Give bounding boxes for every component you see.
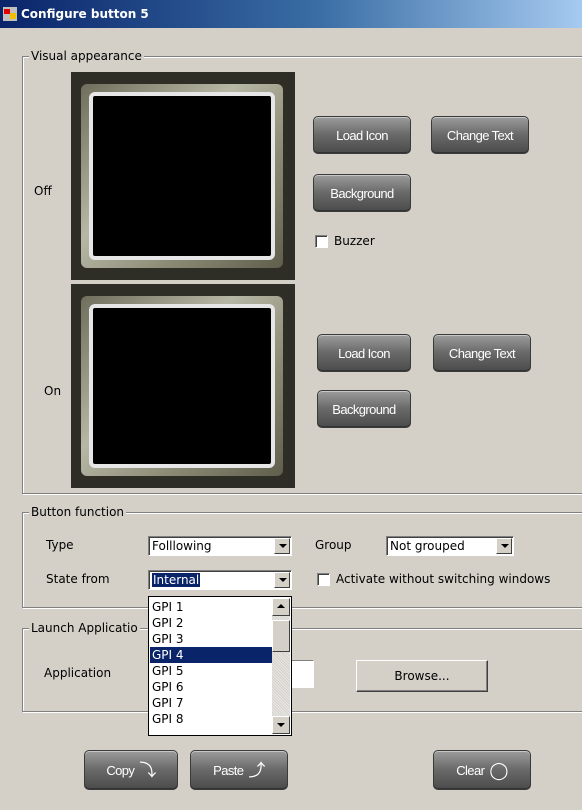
off-change-text-button[interactable]: Change Text [431,116,529,154]
clear-button[interactable]: Clear ◯ [433,750,531,790]
state-from-select[interactable]: Internal [148,570,292,590]
paste-arrow-icon: ⤴ [248,760,265,780]
off-preview[interactable] [71,72,295,280]
off-load-icon-button[interactable]: Load Icon [313,116,411,154]
buzzer-checkbox[interactable]: Buzzer [315,234,375,248]
state-from-select-chevron-down-icon[interactable] [274,572,290,588]
button-function-group: Button function [22,505,582,608]
group-select-value: Not grouped [390,539,465,553]
on-preview-screen [89,304,275,468]
browse-button[interactable]: Browse... [356,660,488,692]
title-bar: Configure button 5 [0,0,582,28]
window-title: Configure button 5 [21,7,149,21]
activate-checkbox-box[interactable] [317,572,330,586]
on-preview-bezel [81,296,283,476]
copy-arrow-icon: ⤵ [139,760,156,780]
buzzer-checkbox-box[interactable] [315,234,328,248]
visual-appearance-legend: Visual appearance [29,49,144,63]
launch-application-legend: Launch Applicatio [29,621,140,635]
app-logo-icon [3,7,17,21]
on-label: On [44,384,62,398]
activate-without-switching-checkbox[interactable]: Activate without switching windows [317,572,550,586]
dropdown-option-gpi-2[interactable]: GPI 2 [150,615,272,631]
off-background-button[interactable]: Background [313,174,411,212]
copy-button-label: Copy [106,762,135,778]
dropdown-option-gpi-1[interactable]: GPI 1 [150,599,272,615]
copy-button[interactable]: Copy ⤵ [84,750,178,790]
dropdown-option-gpi-6[interactable]: GPI 6 [150,679,272,695]
dropdown-option-gpi-4[interactable]: GPI 4 [150,647,272,663]
off-preview-screen [89,92,275,260]
state-from-select-value: Internal [152,573,201,587]
on-preview[interactable] [71,284,295,488]
off-preview-bezel [81,84,283,268]
on-change-text-button[interactable]: Change Text [433,334,531,372]
type-label: Type [46,538,74,552]
group-label: Group [315,538,352,552]
dropdown-option-gpi-7[interactable]: GPI 7 [150,695,272,711]
buzzer-label: Buzzer [334,234,375,248]
on-load-icon-button[interactable]: Load Icon [317,334,411,372]
circle-icon: ◯ [489,760,508,780]
scroll-down-arrow-icon[interactable] [272,716,290,734]
on-background-button[interactable]: Background [317,390,411,428]
dropdown-option-gpi-3[interactable]: GPI 3 [150,631,272,647]
off-label: Off [34,184,52,198]
group-select[interactable]: Not grouped [386,536,514,556]
type-select-value: Folllowing [152,539,212,553]
dropdown-scrollbar[interactable] [272,598,290,734]
scroll-up-arrow-icon[interactable] [272,598,290,616]
button-function-legend: Button function [29,505,127,519]
dropdown-option-gpi-8[interactable]: GPI 8 [150,711,272,727]
paste-button-label: Paste [213,762,244,778]
activate-label: Activate without switching windows [336,572,551,586]
dropdown-option-gpi-5[interactable]: GPI 5 [150,663,272,679]
clear-button-label: Clear [456,762,485,778]
paste-button[interactable]: Paste ⤴ [190,750,288,790]
type-select[interactable]: Folllowing [148,536,292,556]
state-from-label: State from [46,572,110,586]
state-from-dropdown-list[interactable]: GPI 1 GPI 2 GPI 3 GPI 4 GPI 5 GPI 6 GPI … [148,596,292,736]
scrollbar-thumb[interactable] [272,620,290,652]
group-select-chevron-down-icon[interactable] [496,538,512,554]
type-select-chevron-down-icon[interactable] [274,538,290,554]
application-label: Application [44,666,112,680]
